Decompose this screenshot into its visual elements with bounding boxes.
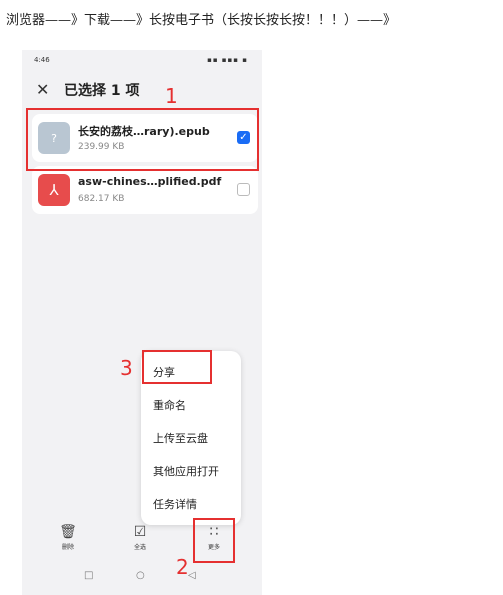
recent-apps-icon[interactable]: □	[84, 570, 93, 581]
pdf-file-icon: ⅄	[38, 174, 70, 206]
checkbox-icon: ☑	[133, 524, 147, 540]
delete-label: 删除	[61, 544, 74, 551]
file-name: asw-chines…plified.pdf	[78, 175, 222, 188]
status-icons: ▪▪ ▪▪▪ ▪	[207, 56, 248, 64]
file-size: 682.17 KB	[78, 194, 125, 204]
system-nav-bar: □ ○ ◁	[22, 568, 262, 588]
annotation-number-2: 2	[176, 555, 189, 579]
select-all-label: 全选	[133, 544, 146, 551]
annotation-number-1: 1	[165, 84, 178, 108]
highlight-box-file	[26, 108, 259, 171]
status-time: 4:46	[34, 56, 50, 64]
delete-button[interactable]: 🗑 删除	[48, 524, 88, 551]
home-icon[interactable]: ○	[136, 570, 145, 581]
highlight-box-share	[142, 350, 212, 384]
selection-header: ✕ 已选择 1 项	[22, 78, 262, 104]
annotation-number-3: 3	[120, 356, 133, 380]
select-all-button[interactable]: ☑ 全选	[120, 524, 160, 551]
menu-item-rename[interactable]: 重命名	[153, 397, 186, 413]
file-item-pdf[interactable]: ⅄ asw-chines…plified.pdf 682.17 KB	[32, 166, 258, 214]
instruction-caption: 浏览器——》下载——》长按电子书（长按长按长按！！！）——》	[6, 13, 397, 28]
close-icon[interactable]: ✕	[36, 78, 49, 102]
menu-item-upload-cloud[interactable]: 上传至云盘	[153, 430, 208, 446]
menu-item-open-with[interactable]: 其他应用打开	[153, 463, 219, 479]
checkbox-unchecked[interactable]	[237, 183, 250, 196]
trash-icon: 🗑	[59, 524, 77, 540]
back-icon[interactable]: ◁	[188, 570, 196, 581]
highlight-box-more	[193, 518, 235, 563]
selection-title: 已选择 1 项	[64, 83, 140, 99]
menu-item-task-details[interactable]: 任务详情	[153, 496, 197, 512]
